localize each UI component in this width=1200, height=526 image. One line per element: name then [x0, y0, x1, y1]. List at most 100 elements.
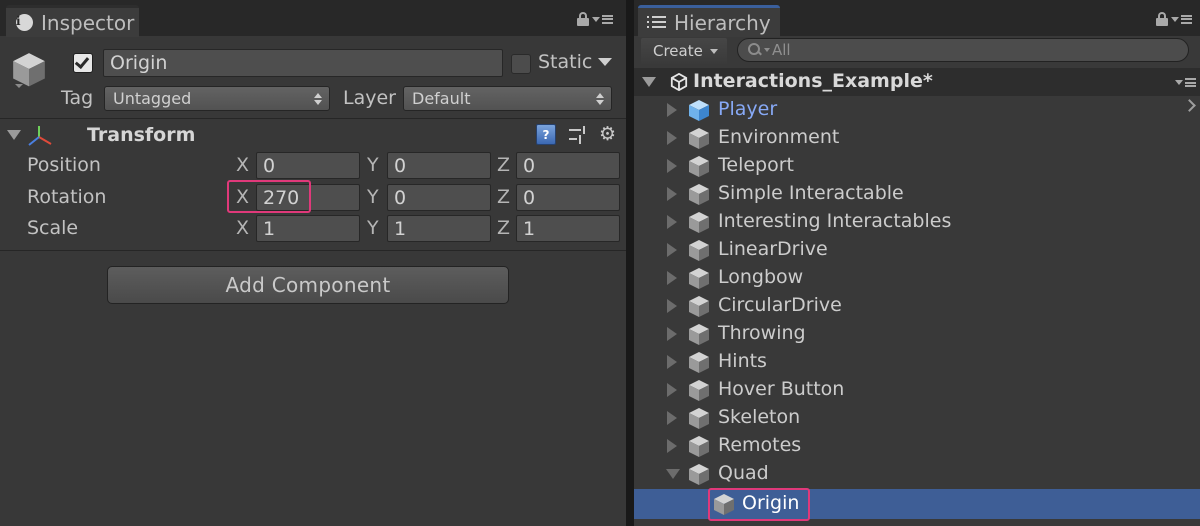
hierarchy-item-interesting-interactables[interactable]: Interesting Interactables [634, 208, 1200, 236]
create-button[interactable]: Create [641, 38, 727, 64]
hierarchy-tab-controls [1156, 12, 1192, 26]
position-y-field[interactable]: 0 [387, 152, 491, 179]
gameobject-cube-icon [687, 406, 711, 430]
scene-menu-icon[interactable] [1175, 78, 1196, 87]
tab-hierarchy-label: Hierarchy [674, 10, 771, 35]
expand-caret-icon[interactable] [667, 103, 677, 117]
checkmark-icon [74, 53, 90, 70]
scene-fold-caret-icon[interactable] [642, 77, 656, 87]
rotation-z-field[interactable]: 0 [516, 184, 620, 211]
updown-arrows-icon [596, 92, 604, 105]
hierarchy-item-circulardrive[interactable]: CircularDrive [634, 292, 1200, 320]
gameobject-cube-icon [687, 434, 711, 458]
gameobject-cube-icon [687, 294, 711, 318]
hierarchy-item-longbow[interactable]: Longbow [634, 264, 1200, 292]
active-checkbox[interactable] [73, 53, 93, 73]
hierarchy-item-teleport[interactable]: Teleport [634, 152, 1200, 180]
preset-icon[interactable] [569, 126, 587, 144]
gameobject-cube-icon [687, 322, 711, 346]
scale-y-field[interactable]: 1 [387, 215, 491, 242]
hierarchy-item-label: Throwing [718, 322, 806, 344]
transform-axes-icon [28, 126, 52, 146]
tag-dropdown[interactable]: Untagged [104, 86, 330, 111]
hierarchy-item-label: CircularDrive [718, 294, 842, 316]
static-dropdown-caret-icon[interactable] [598, 58, 612, 66]
gameobject-cube-icon [687, 378, 711, 402]
tab-inspector-label: Inspector [41, 10, 135, 35]
search-input[interactable]: All [737, 38, 1189, 62]
separator [0, 250, 626, 251]
hierarchy-item-environment[interactable]: Environment [634, 124, 1200, 152]
inspector-tab-controls [577, 12, 613, 26]
axis-y-label: Y [367, 154, 379, 176]
hierarchy-item-lineardrive[interactable]: LinearDrive [634, 236, 1200, 264]
inspector-tabbar: i Inspector [0, 0, 626, 37]
expand-caret-icon[interactable] [667, 187, 677, 201]
layer-dropdown[interactable]: Default [403, 86, 612, 111]
position-z-field[interactable]: 0 [516, 152, 620, 179]
transform-fold-caret-icon[interactable] [7, 130, 21, 140]
static-checkbox[interactable] [511, 54, 531, 74]
gameobject-cube-icon [687, 350, 711, 374]
expand-caret-icon[interactable] [667, 271, 677, 285]
lock-icon[interactable] [577, 12, 589, 26]
axis-y-label: Y [367, 186, 379, 208]
add-component-button[interactable]: Add Component [107, 266, 509, 304]
search-icon [748, 43, 762, 57]
gameobject-cube-icon [687, 266, 711, 290]
hierarchy-item-label: Hover Button [718, 378, 845, 400]
menu-icon[interactable] [1171, 14, 1192, 24]
gameobject-cube-icon [687, 126, 711, 150]
hierarchy-item-quad[interactable]: Quad [634, 460, 1200, 488]
search-placeholder: All [772, 41, 791, 59]
collapse-caret-icon[interactable] [666, 469, 680, 479]
expand-caret-icon[interactable] [667, 327, 677, 341]
transform-title: Transform [87, 124, 196, 146]
tag-value: Untagged [113, 89, 192, 108]
object-name-field[interactable]: Origin [103, 49, 503, 77]
hierarchy-item-player[interactable]: Player [634, 96, 1200, 124]
hierarchy-item-skeleton[interactable]: Skeleton [634, 404, 1200, 432]
expand-caret-icon[interactable] [667, 299, 677, 313]
axis-y-label: Y [367, 217, 379, 239]
rotation-y-field[interactable]: 0 [387, 184, 491, 211]
hierarchy-item-label: Hints [718, 350, 767, 372]
separator [0, 118, 626, 119]
tab-inspector[interactable]: i Inspector [6, 5, 139, 37]
search-filter-caret-icon [764, 48, 770, 52]
gameobject-cube-icon [687, 154, 711, 178]
expand-caret-icon[interactable] [667, 383, 677, 397]
hierarchy-item-label: Quad [718, 462, 769, 484]
expand-caret-icon[interactable] [667, 411, 677, 425]
scale-z-field[interactable]: 1 [516, 215, 620, 242]
hierarchy-item-simple-interactable[interactable]: Simple Interactable [634, 180, 1200, 208]
scene-title: Interactions_Example* [693, 70, 933, 92]
gameobject-cube-icon [687, 210, 711, 234]
lock-icon[interactable] [1156, 12, 1168, 26]
expand-caret-icon[interactable] [667, 131, 677, 145]
scale-x-field[interactable]: 1 [256, 215, 360, 242]
axis-z-label: Z [497, 217, 511, 239]
gear-icon[interactable]: ⚙ [599, 124, 619, 144]
layer-value: Default [412, 89, 471, 108]
expand-caret-icon[interactable] [667, 159, 677, 173]
hierarchy-item-label: Teleport [718, 154, 794, 176]
expand-caret-icon[interactable] [667, 355, 677, 369]
hierarchy-item-remotes[interactable]: Remotes [634, 432, 1200, 460]
hierarchy-item-label: Player [718, 98, 778, 120]
hierarchy-item-throwing[interactable]: Throwing [634, 320, 1200, 348]
help-icon[interactable]: ? [536, 124, 556, 145]
hierarchy-item-hints[interactable]: Hints [634, 348, 1200, 376]
hierarchy-item-label: Simple Interactable [718, 182, 904, 204]
icon-picker-caret[interactable] [15, 84, 23, 88]
hierarchy-item-hover-button[interactable]: Hover Button [634, 376, 1200, 404]
expand-caret-icon[interactable] [667, 243, 677, 257]
chevron-down-icon [709, 48, 718, 54]
expand-caret-icon[interactable] [667, 439, 677, 453]
position-x-field[interactable]: 0 [256, 152, 360, 179]
tab-hierarchy[interactable]: Hierarchy [638, 5, 780, 37]
menu-icon[interactable] [592, 14, 613, 24]
gameobject-cube-icon [687, 238, 711, 262]
expand-caret-icon[interactable] [667, 215, 677, 229]
list-icon [647, 15, 666, 30]
